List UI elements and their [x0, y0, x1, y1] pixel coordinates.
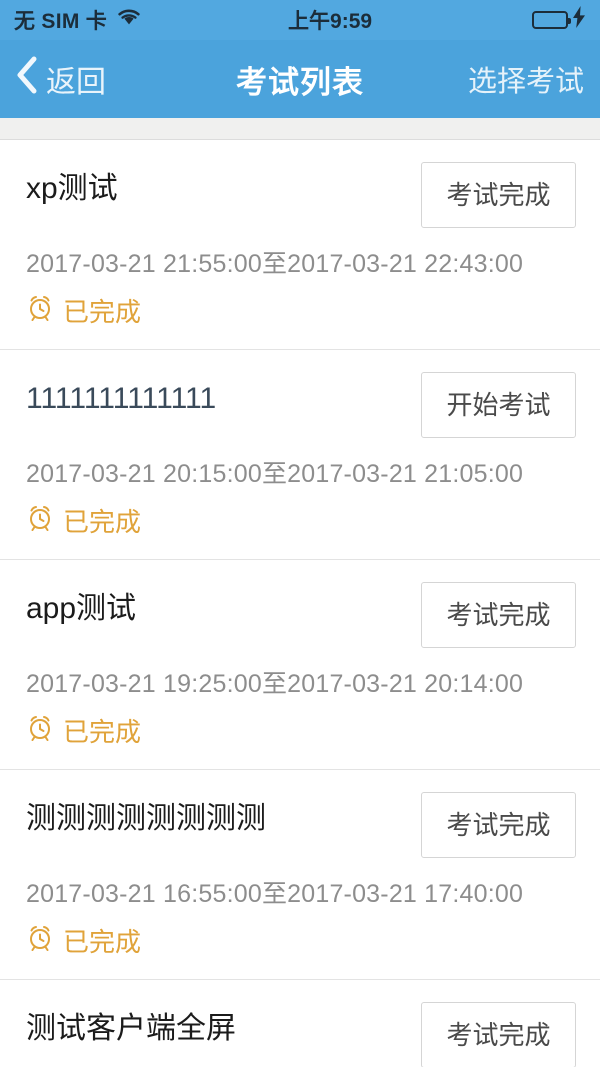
- alarm-clock-icon: [26, 923, 54, 958]
- exam-time-range: 2017-03-21 16:55:00至2017-03-21 17:40:00: [26, 880, 524, 908]
- exam-list: xp测试 考试完成 2017-03-21 21:55:00至2017-03-21 2…: [0, 140, 600, 1067]
- exam-action-button[interactable]: 考试完成: [421, 582, 576, 648]
- status-bar-right: [532, 6, 586, 34]
- exam-status-label: 已完成: [63, 297, 142, 327]
- exam-row-header: 测测测测测测测测 考试完成: [26, 792, 576, 858]
- exam-status: 已完成: [26, 922, 576, 959]
- exam-title: 测试客户端全屏: [26, 1012, 236, 1045]
- alarm-clock-icon: [26, 293, 54, 328]
- battery-full-icon: [532, 11, 571, 29]
- exam-title: 1111111111111: [26, 382, 217, 415]
- exam-title: app测试: [26, 592, 137, 625]
- lightning-bolt-icon: [572, 6, 586, 34]
- exam-row[interactable]: 测试客户端全屏考试完成2017-03-21 16:27:00至2017-03-2…: [0, 980, 600, 1067]
- exam-row[interactable]: 1111111111111 开始考试 2017-03-21 20:15:00至201…: [0, 350, 600, 560]
- exam-row-header: 测试客户端全屏 考试完成: [26, 1002, 576, 1067]
- clock-label: 上午9:59: [288, 10, 373, 33]
- exam-status-label: 已完成: [63, 927, 142, 957]
- section-gap: [0, 118, 600, 140]
- exam-status-label: 已完成: [63, 717, 142, 747]
- exam-status: 已完成: [26, 712, 576, 749]
- exam-action-button[interactable]: 考试完成: [421, 1002, 576, 1067]
- alarm-clock-icon: [26, 503, 54, 538]
- navigation-bar: 返回 考试列表 选择考试: [0, 40, 600, 118]
- select-exam-button[interactable]: 选择考试: [468, 58, 584, 100]
- exam-row[interactable]: app测试 考试完成 2017-03-21 19:25:00至2017-03-21 …: [0, 560, 600, 770]
- exam-row-header: xp测试 考试完成: [26, 162, 576, 228]
- exam-status-label: 已完成: [63, 507, 142, 537]
- exam-time-range: 2017-03-21 21:55:00至2017-03-21 22:43:00: [26, 250, 524, 278]
- exam-row-header: 1111111111111 开始考试: [26, 372, 576, 438]
- exam-status: 已完成: [26, 502, 576, 539]
- alarm-clock-icon: [26, 713, 54, 748]
- exam-action-button[interactable]: 考试完成: [421, 162, 576, 228]
- exam-status: 已完成: [26, 292, 576, 329]
- chevron-left-icon: [16, 56, 38, 102]
- exam-action-button[interactable]: 考试完成: [421, 792, 576, 858]
- exam-action-button[interactable]: 开始考试: [421, 372, 576, 438]
- exam-row[interactable]: xp测试 考试完成 2017-03-21 21:55:00至2017-03-21 2…: [0, 140, 600, 350]
- back-button-label: 返回: [46, 66, 106, 99]
- exam-row-header: app测试 考试完成: [26, 582, 576, 648]
- exam-list-screen: 无 SIM 卡 上午9:59 返回 考试列表 选择考试 xp测试 考试完成 20…: [0, 0, 600, 1067]
- exam-time-range: 2017-03-21 19:25:00至2017-03-21 20:14:00: [26, 670, 524, 698]
- exam-title: xp测试: [26, 172, 118, 205]
- wifi-icon: [116, 7, 142, 33]
- exam-title: 测测测测测测测测: [26, 802, 266, 835]
- exam-time-range: 2017-03-21 20:15:00至2017-03-21 21:05:00: [26, 460, 524, 488]
- exam-row[interactable]: 测测测测测测测测 考试完成 2017-03-21 16:55:00至2017-03-…: [0, 770, 600, 980]
- status-bar-left: 无 SIM 卡: [14, 5, 142, 35]
- status-bar: 无 SIM 卡 上午9:59: [0, 0, 600, 40]
- carrier-label: 无 SIM 卡: [14, 10, 108, 33]
- back-button[interactable]: 返回: [16, 56, 106, 102]
